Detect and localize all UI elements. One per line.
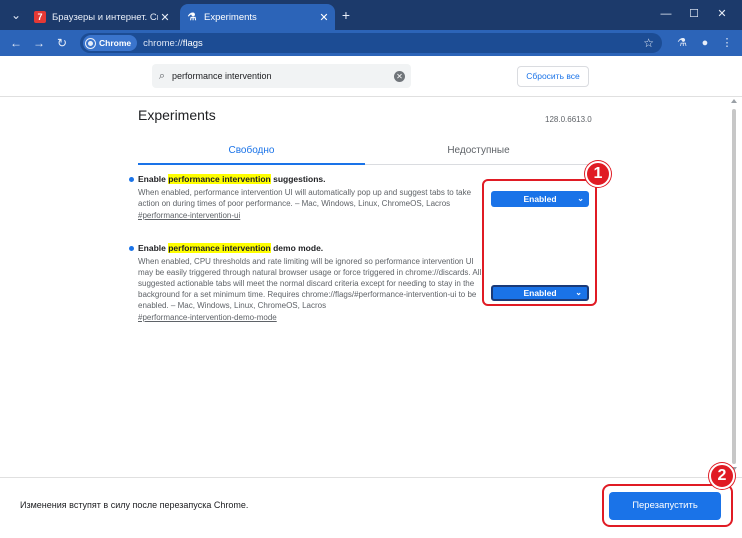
address-bar[interactable]: Chrome chrome://flags ☆ [80,33,662,53]
annotation-box-selects [482,179,597,306]
minimize-icon[interactable]: — [656,5,676,23]
url-scheme: chrome:// [143,37,183,49]
plus-icon[interactable]: + [338,6,354,24]
annotation-badge-2: 2 [709,463,735,489]
person-icon[interactable]: ● [697,34,713,52]
close-icon[interactable]: ✕ [317,11,331,24]
header-divider [0,96,742,97]
more-vert-icon[interactable]: ⋮ [719,34,735,52]
tab-title: Браузеры и интернет. Скача [52,11,158,23]
experiment-item: Enable performance intervention demo mod… [129,243,483,323]
clear-icon[interactable]: ✕ [394,70,405,82]
name-highlight: performance intervention [168,174,271,184]
experiment-anchor[interactable]: #performance-intervention-ui [138,210,483,221]
star-icon[interactable]: ☆ [643,33,654,53]
restart-message: Изменения вступят в силу после перезапус… [20,500,249,510]
search-icon: ⌕ [158,69,166,82]
back-arrow-icon[interactable]: ← [7,34,25,52]
scrollbar[interactable] [728,97,740,477]
name-prefix: Enable [138,243,169,253]
scroll-up-icon[interactable] [731,99,737,103]
reload-icon[interactable]: ↻ [53,34,71,52]
name-suffix: demo mode. [270,243,324,253]
chrome-icon [86,38,95,48]
tab-experiments[interactable]: ⚗ Experiments ✕ [180,4,335,30]
version-label: 128.0.6613.0 [545,115,592,124]
experiment-description: When enabled, CPU thresholds and rate li… [138,257,482,310]
bullet-icon [129,246,134,251]
name-highlight: performance intervention [168,243,271,253]
bullet-icon [129,177,134,182]
name-suffix: suggestions. [270,174,326,184]
active-tab-indicator [138,163,365,165]
experiment-name: Enable performance intervention suggesti… [138,174,483,185]
maximize-icon[interactable]: ☐ [684,5,704,23]
tab-available[interactable]: Свободно [138,145,365,156]
title-bar: ⌄ 7 Браузеры и интернет. Скача ✕ ⚗ Exper… [0,0,742,30]
chip-label: Chrome [99,38,132,48]
tab-unavailable[interactable]: Недоступные [365,145,592,156]
chrome-chip[interactable]: Chrome [83,35,138,51]
url-text: chrome://flags [143,38,203,49]
experiment-item: Enable performance intervention suggesti… [129,174,483,221]
toolbar: ← → ↻ Chrome chrome://flags ☆ ⚗ ● ⋮ [0,30,742,56]
url-path: flags [182,37,203,49]
scroll-thumb[interactable] [732,109,736,464]
close-icon[interactable]: ✕ [712,5,732,23]
name-prefix: Enable [138,174,169,184]
reset-all-button[interactable]: Сбросить все [517,66,589,87]
search-flags[interactable]: ⌕ performance intervention ✕ [152,64,411,88]
close-icon[interactable]: ✕ [158,11,172,24]
flask-icon: ⚗ [187,11,197,23]
experiment-description: When enabled, performance intervention U… [138,188,472,208]
chevron-down-icon[interactable]: ⌄ [7,6,25,24]
site-favicon: 7 [34,11,46,23]
search-input[interactable]: performance intervention [172,71,394,81]
page-title: Experiments [138,107,216,123]
tab-browsers[interactable]: 7 Браузеры и интернет. Скача ✕ [28,4,176,30]
footer-divider [0,477,742,478]
forward-arrow-icon[interactable]: → [30,34,48,52]
experiment-anchor[interactable]: #performance-intervention-demo-mode [138,312,483,323]
flask-icon[interactable]: ⚗ [674,34,690,52]
restart-button[interactable]: Перезапустить [609,492,721,520]
experiment-name: Enable performance intervention demo mod… [138,243,483,254]
tab-title: Experiments [204,11,257,23]
annotation-badge-1: 1 [585,161,611,187]
